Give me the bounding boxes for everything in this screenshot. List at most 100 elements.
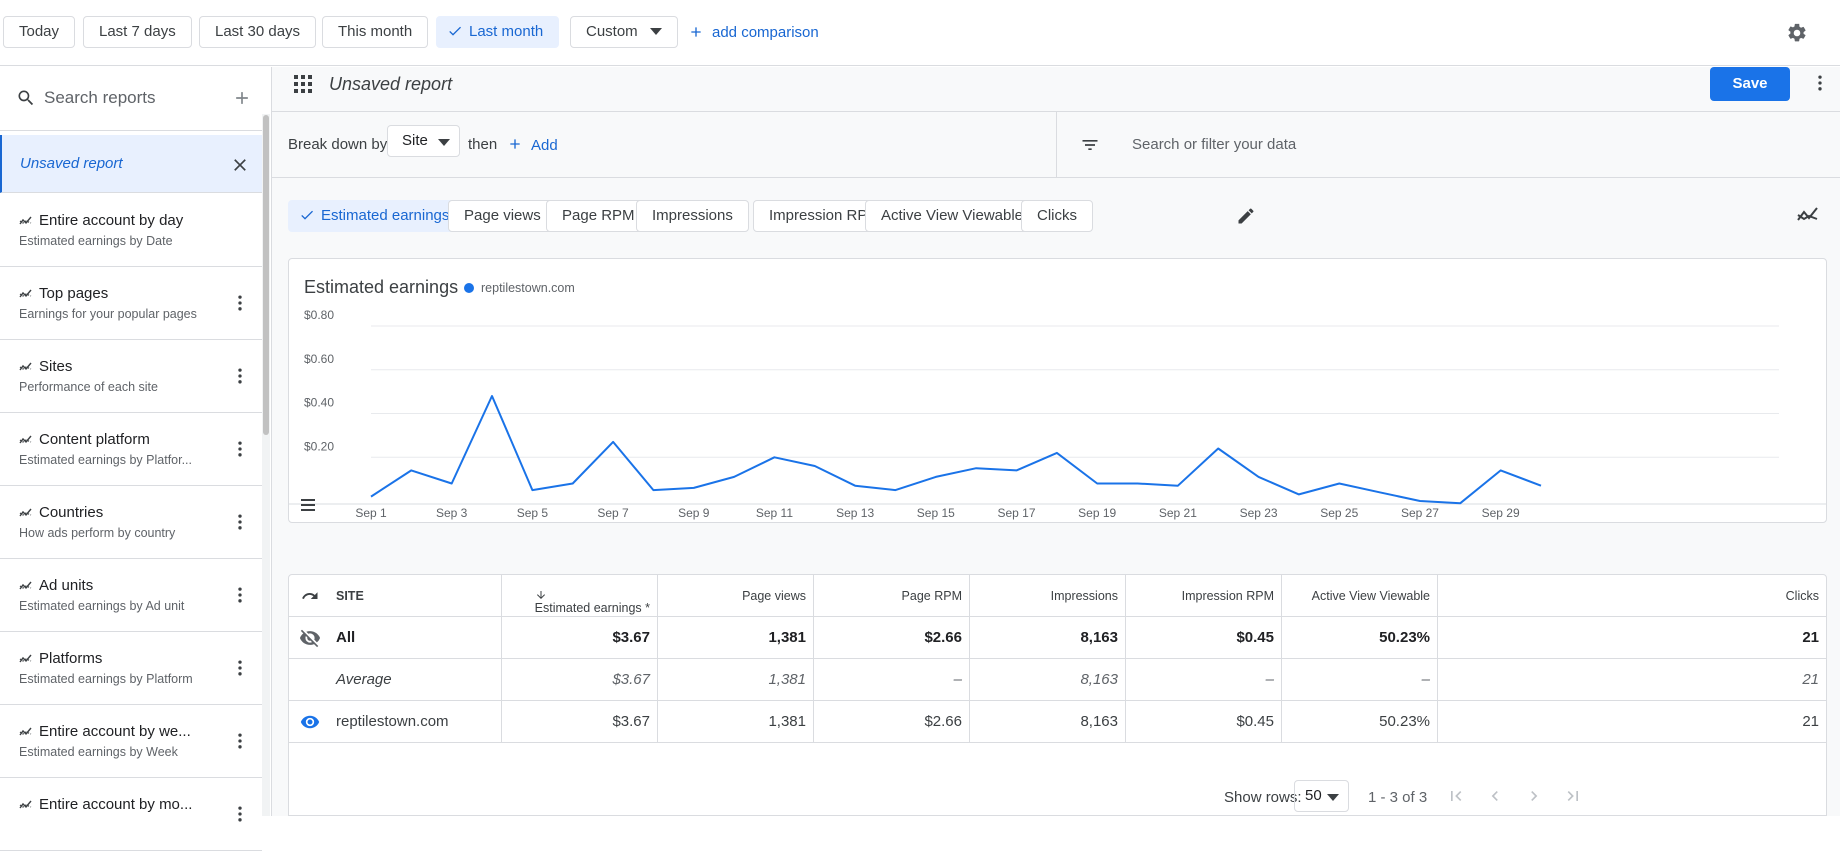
sidebar-report-item[interactable]: Content platform Estimated earnings by Pl…	[0, 413, 262, 486]
sidebar-report-item[interactable]: Ad units Estimated earnings by Ad unit	[0, 559, 262, 632]
sidebar-report-item[interactable]: Sites Performance of each site	[0, 340, 262, 413]
report-trend-icon	[19, 216, 33, 226]
visibility-off-icon[interactable]	[299, 627, 321, 649]
table-row[interactable]: reptilestown.com $3.67 1,381 $2.66 8,163 $0.4…	[289, 701, 1826, 743]
save-button[interactable]: Save	[1710, 67, 1790, 101]
earnings-line-chart[interactable]: $0.20 $0.40 $0.60 $0.80 Sep 1 Sep 3 Sep 5 Sep 7…	[289, 259, 1826, 522]
sidebar-report-item[interactable]: Entire account by day Estimated earnings …	[0, 194, 262, 267]
last-page-icon[interactable]	[1563, 786, 1583, 806]
edit-pencil-icon[interactable]	[1236, 206, 1256, 226]
plus-icon	[688, 24, 704, 40]
more-vert-icon[interactable]	[230, 366, 250, 386]
report-item-title-text: Ad units	[39, 577, 94, 594]
metric-chip-clicks[interactable]: Clicks	[1021, 200, 1093, 232]
custom-date-dropdown[interactable]: Custom	[570, 16, 678, 48]
sidebar-report-item[interactable]: Entire account by mo...	[0, 778, 262, 851]
column-header[interactable]: Page views	[658, 575, 814, 616]
date-chip-this-month[interactable]: This month	[322, 16, 429, 48]
column-header[interactable]: Active View Viewable	[1282, 575, 1438, 616]
add-comparison-button[interactable]: add comparison	[688, 22, 819, 44]
date-range-bar: Today Last 7 days Last 30 days This mont…	[0, 0, 1840, 66]
table-header-row: SITE Estimated earnings * Page views Page R…	[289, 575, 1826, 617]
table-cell: $3.67	[502, 617, 658, 658]
previous-page-icon[interactable]	[1485, 786, 1505, 806]
cell-value: 21	[1802, 671, 1819, 688]
cell-value: $3.67	[612, 629, 650, 646]
undo-back-icon[interactable]	[301, 587, 319, 605]
rows-per-page-select[interactable]: 50	[1294, 780, 1349, 812]
metric-chip-impressions[interactable]: Impressions	[636, 200, 749, 232]
sidebar-report-item[interactable]: Platforms Estimated earnings by Platform	[0, 632, 262, 705]
more-vert-icon[interactable]	[230, 731, 250, 751]
sidebar-item-unsaved-report[interactable]: Unsaved report	[0, 135, 262, 193]
more-vert-icon[interactable]	[230, 585, 250, 605]
report-search[interactable]: Search reports	[0, 67, 262, 131]
date-chip-last-month[interactable]: Last month	[436, 16, 560, 48]
data-point	[490, 394, 494, 398]
date-chip-label: Last month	[469, 23, 544, 40]
more-vert-icon[interactable]	[230, 293, 250, 313]
column-header-text: Page RPM	[901, 589, 962, 603]
close-icon[interactable]	[230, 155, 250, 175]
y-tick-label: $0.60	[304, 352, 334, 366]
table-row[interactable]: Average $3.67 1,381 – 8,163 – – 21	[289, 659, 1826, 701]
report-item-title: Sites	[19, 358, 199, 375]
row-label: reptilestown.com	[336, 713, 449, 730]
breakdown-dimension-select[interactable]: Site	[387, 125, 460, 157]
report-trend-icon	[19, 435, 33, 445]
filter-icon[interactable]	[1080, 135, 1100, 155]
visibility-icon[interactable]	[300, 712, 320, 732]
sidebar-report-item[interactable]: Top pages Earnings for your popular pages	[0, 267, 262, 340]
report-item-subtitle: Estimated earnings by Ad unit	[19, 599, 185, 613]
metric-chip-active-view-viewable[interactable]: Active View Viewable	[865, 200, 1040, 232]
metric-chip-label: Estimated earnings	[321, 207, 450, 224]
search-reports-input[interactable]: Search reports	[44, 88, 156, 108]
more-vert-icon[interactable]	[230, 439, 250, 459]
cell-value: 21	[1802, 629, 1819, 646]
table-row[interactable]: All $3.67 1,381 $2.66 8,163 $0.45 50.23% 21	[289, 617, 1826, 659]
caret-down-icon	[1327, 794, 1339, 801]
report-title[interactable]: Unsaved report	[329, 74, 452, 95]
new-report-plus-icon[interactable]	[232, 88, 252, 108]
filter-input[interactable]: Search or filter your data	[1132, 136, 1296, 153]
column-header[interactable]: Estimated earnings *	[502, 575, 658, 616]
column-header[interactable]: Impression RPM	[1126, 575, 1282, 616]
chart-menu-icon[interactable]	[301, 499, 315, 511]
trend-chart-icon[interactable]	[1797, 206, 1819, 224]
cell-value: 8,163	[1080, 671, 1118, 688]
table-cell: 1,381	[658, 617, 814, 658]
sidebar-report-item[interactable]: Countries How ads perform by country	[0, 486, 262, 559]
sidebar-scrollbar-thumb[interactable]	[263, 115, 269, 435]
date-chip-last-30-days[interactable]: Last 30 days	[199, 16, 317, 48]
column-header-text: Page views	[742, 589, 806, 603]
column-header[interactable]: Page RPM	[814, 575, 970, 616]
next-page-icon[interactable]	[1524, 786, 1544, 806]
more-vert-icon[interactable]	[230, 512, 250, 532]
more-vert-icon[interactable]	[230, 804, 250, 824]
metric-chip-page-rpm[interactable]: Page RPM	[546, 200, 651, 232]
date-chip-today[interactable]: Today	[3, 16, 76, 48]
metric-chip-estimated-earnings[interactable]: Estimated earnings	[288, 200, 466, 232]
column-header[interactable]: SITE	[289, 575, 502, 616]
column-header-label: Clicks	[1786, 589, 1819, 603]
checkmark-icon	[447, 23, 463, 39]
column-header[interactable]: Clicks	[1438, 575, 1826, 616]
column-header[interactable]: Impressions	[970, 575, 1126, 616]
metric-chip-page-views[interactable]: Page views	[448, 200, 557, 232]
column-header-text: Impression RPM	[1181, 589, 1274, 603]
table-cell: –	[1126, 659, 1282, 700]
report-item-title-text: Entire account by we...	[39, 723, 191, 740]
more-vert-icon[interactable]	[1810, 73, 1830, 93]
sidebar-report-item[interactable]: Entire account by we... Estimated earning…	[0, 705, 262, 778]
cell-value: $3.67	[612, 713, 650, 730]
first-page-icon[interactable]	[1446, 786, 1466, 806]
table-cell: 8,163	[970, 617, 1126, 658]
plus-icon	[507, 136, 523, 152]
apps-grid-icon[interactable]	[294, 75, 312, 93]
add-breakdown-button[interactable]: Add	[507, 136, 558, 154]
x-tick-label: Sep 7	[597, 506, 629, 520]
gear-icon[interactable]	[1786, 22, 1808, 44]
more-vert-icon[interactable]	[230, 658, 250, 678]
date-chip-last-7-days[interactable]: Last 7 days	[83, 16, 192, 48]
data-point	[893, 488, 897, 492]
